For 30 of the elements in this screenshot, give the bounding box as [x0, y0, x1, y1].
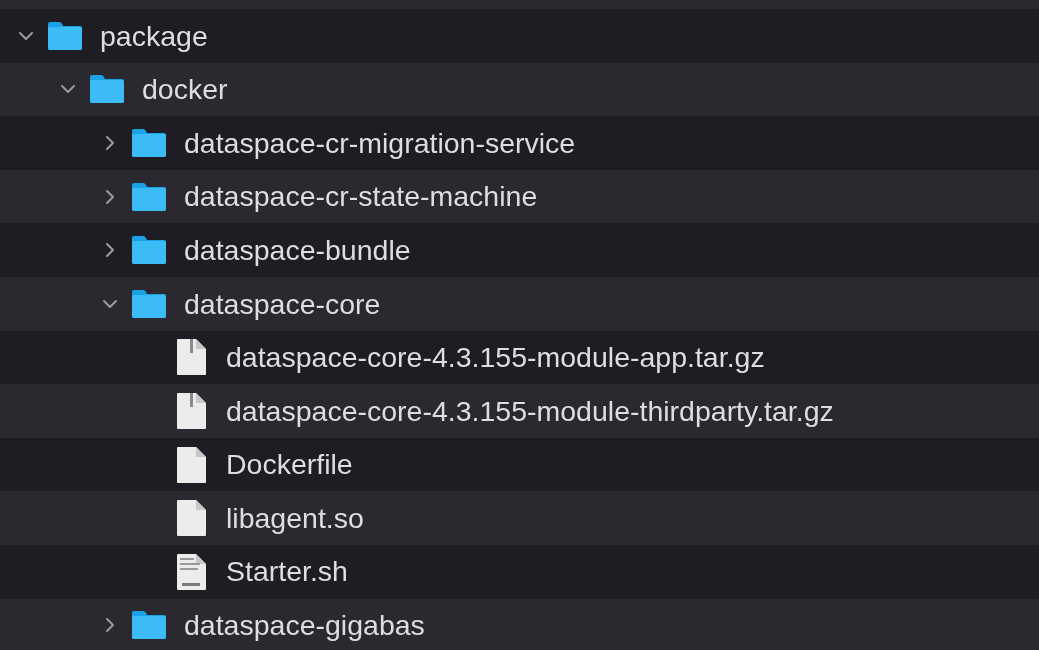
zip-file-icon: [174, 338, 208, 377]
file-name: dataspace-bundle: [184, 235, 411, 265]
folder-icon: [130, 288, 168, 319]
file-name: Dockerfile: [226, 450, 353, 479]
folder-icon: [88, 74, 126, 105]
folder-icon: [130, 128, 168, 158]
file-icon: [174, 445, 208, 484]
file-icon: [174, 499, 208, 538]
file-name: docker: [142, 75, 228, 104]
folder-icon: [46, 20, 84, 51]
file-name: dataspace-core-4.3.155-module-app.tar.gz: [226, 343, 765, 372]
file-name: libagent.so: [226, 503, 364, 533]
file-name: package: [100, 21, 208, 51]
file-list-row[interactable]: dataspace-cr-state-machine: [0, 169, 1039, 224]
file-name: dataspace-gigabas: [184, 611, 425, 640]
folder-icon: [130, 610, 168, 641]
file-list-row[interactable]: docker: [0, 62, 1039, 117]
file-list-row[interactable]: dataspace-core: [0, 276, 1039, 331]
file-list-row[interactable]: dataspace-gigabas: [0, 598, 1039, 650]
file-name: dataspace-core: [184, 289, 381, 318]
file-name: dataspace-core-4.3.155-module-thirdparty.tar.gz: [226, 396, 834, 426]
folder-icon: [130, 235, 168, 266]
file-name: dataspace-cr-state-machine: [184, 182, 538, 211]
file-list-row[interactable]: dataspace-core-4.3.155-module-thirdparty.tar.gz: [0, 384, 1039, 438]
folder-icon: [130, 181, 168, 212]
file-list-row[interactable]: libagent.so: [0, 491, 1039, 545]
file-name: dataspace-cr-migration-service: [184, 128, 576, 158]
zip-file-icon: [174, 391, 208, 430]
file-name: Starter.sh: [226, 557, 348, 586]
script-file-icon: [174, 552, 208, 591]
